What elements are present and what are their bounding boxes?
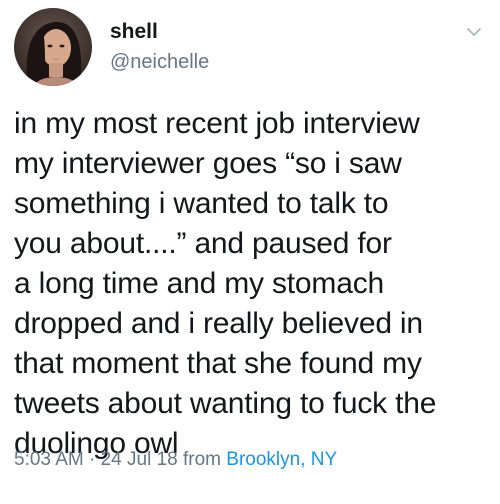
user-handle[interactable]: @neichelle xyxy=(110,50,209,74)
chevron-down-icon[interactable] xyxy=(464,22,484,42)
tweet-time[interactable]: 5:03 AM xyxy=(14,449,84,470)
user-names: shell @neichelle xyxy=(110,20,209,74)
tweet-text: in my most recent job interview my inter… xyxy=(14,107,437,460)
avatar[interactable] xyxy=(14,8,92,86)
location-link[interactable]: Brooklyn, NY xyxy=(226,449,337,470)
profile-photo-icon xyxy=(14,8,92,86)
tweet-card: shell @neichelle in my most recent job i… xyxy=(0,0,500,504)
tweet-meta: 5:03 AM · 24 Jul 18 from Brooklyn, NY xyxy=(14,448,337,472)
display-name[interactable]: shell xyxy=(110,20,209,44)
tweet-date[interactable]: 24 Jul 18 xyxy=(101,449,178,470)
from-label: from xyxy=(177,449,227,470)
meta-separator: · xyxy=(83,449,101,470)
